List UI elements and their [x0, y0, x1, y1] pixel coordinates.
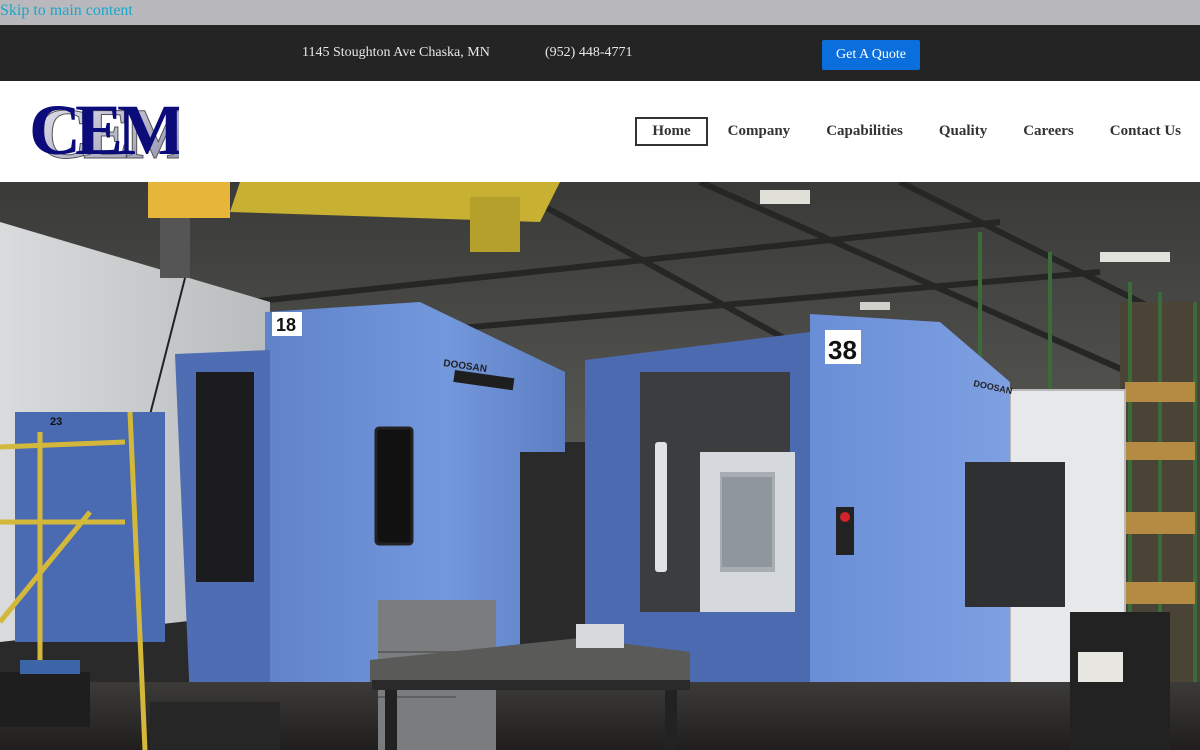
logo-graphic: CEM CEM	[29, 90, 198, 175]
nav-home[interactable]: Home	[635, 117, 708, 146]
nav-contact-us[interactable]: Contact Us	[1092, 117, 1200, 146]
skip-bar: Skip to main content	[0, 0, 1200, 25]
skip-to-content-link[interactable]: Skip to main content	[0, 2, 133, 20]
nav-company[interactable]: Company	[710, 117, 809, 146]
address-text: 1145 Stoughton Ave Chaska, MN	[302, 45, 490, 60]
site-header: CEM CEM Home Company Capabilities Qualit…	[0, 81, 1200, 182]
cem-logo[interactable]: CEM CEM	[29, 90, 198, 175]
machine-number-18: 18	[276, 315, 296, 335]
phone-link[interactable]: (952) 448-4771	[545, 45, 633, 61]
top-info-bar: 1145 Stoughton Ave Chaska, MN (952) 448-…	[0, 25, 1200, 81]
nav-quality[interactable]: Quality	[921, 117, 1005, 146]
nav-capabilities[interactable]: Capabilities	[808, 117, 921, 146]
machine-number-back: 23	[50, 416, 62, 428]
main-nav: Home Company Capabilities Quality Career…	[635, 117, 1200, 146]
get-a-quote-button[interactable]: Get A Quote	[822, 40, 920, 70]
nav-careers[interactable]: Careers	[1005, 117, 1092, 146]
logo-text: CEM	[29, 98, 179, 164]
factory-floor-illustration: 23 18 DOOSAN 38 DOOSAN	[0, 182, 1200, 750]
hero-image: 23 18 DOOSAN 38 DOOSAN	[0, 182, 1200, 750]
machine-number-38: 38	[828, 335, 857, 365]
